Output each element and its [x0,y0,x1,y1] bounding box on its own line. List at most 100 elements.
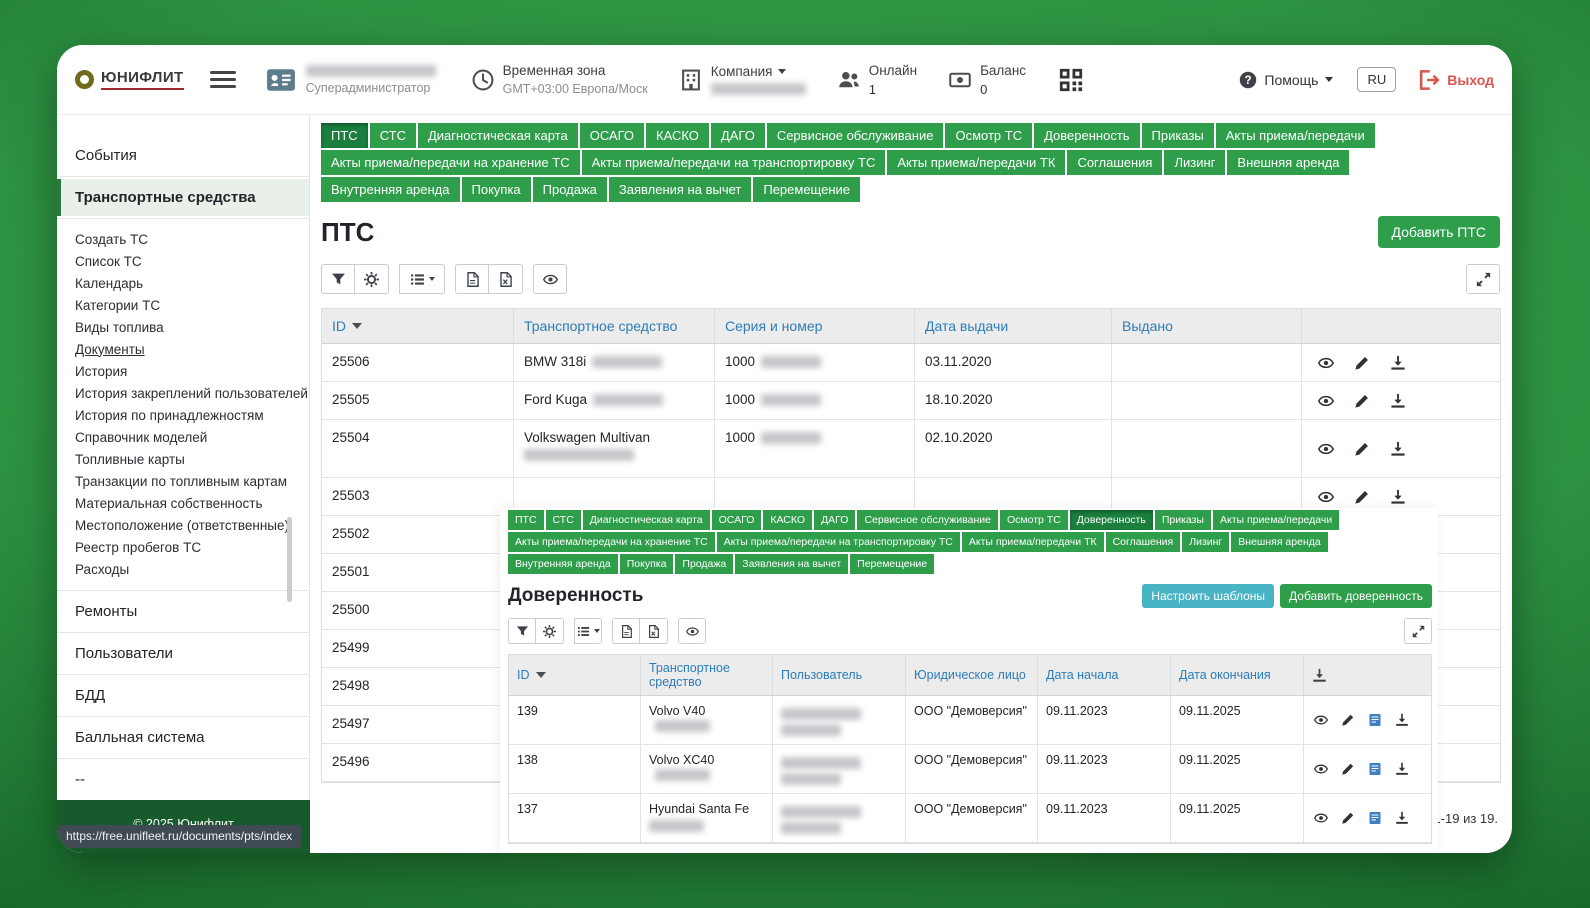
view-button[interactable] [1312,711,1330,729]
configure-templates-button[interactable]: Настроить шаблоны [1142,584,1274,608]
column-header-legal-entity[interactable]: Юридическое лицо [906,655,1038,695]
tab-agreements[interactable]: Соглашения [1067,150,1162,175]
edit-button[interactable] [1352,353,1372,373]
download-button[interactable] [1393,711,1411,729]
tab-purchase[interactable]: Покупка [462,177,531,202]
tab-relocation[interactable]: Перемещение [753,177,860,202]
overlay-tab-deduction[interactable]: Заявления на вычет [735,554,848,574]
sidebar-item-material-property[interactable]: Материальная собственность [57,492,309,514]
column-header-id[interactable]: ID [322,309,514,343]
overlay-tab-kasko[interactable]: КАСКО [763,510,812,530]
sidebar-item-model-directory[interactable]: Справочник моделей [57,426,309,448]
visibility-button[interactable] [533,264,567,294]
sidebar-item-categories[interactable]: Категории ТС [57,294,309,316]
sidebar-item-calendar[interactable]: Календарь [57,272,309,294]
tab-orders[interactable]: Приказы [1142,123,1214,148]
tab-dago[interactable]: ДАГО [711,123,765,148]
sidebar-item-ownership-history[interactable]: История по принадлежностям [57,404,309,426]
download-button[interactable] [1388,391,1408,411]
tab-deduction[interactable]: Заявления на вычет [609,177,751,202]
overlay-tab-acceptance-transport[interactable]: Акты приема/передачи на транспортировку … [717,532,960,552]
filter-button[interactable] [508,618,536,644]
language-button[interactable]: RU [1357,67,1396,92]
sidebar-item-mileage-registry[interactable]: Реестр пробегов ТС [57,536,309,558]
column-header-id[interactable]: ID [509,655,641,695]
overlay-tab-leasing[interactable]: Лизинг [1182,532,1229,552]
download-button[interactable] [1388,353,1408,373]
sidebar-item-history[interactable]: История [57,360,309,382]
tab-acceptance-transport[interactable]: Акты приема/передачи на транспортировку … [582,150,886,175]
sidebar-item-expenses[interactable]: Расходы [57,558,309,580]
view-button[interactable] [1316,439,1336,459]
sidebar-item-users[interactable]: Пользователи [57,635,309,672]
overlay-tab-relocation[interactable]: Перемещение [850,554,934,574]
download-button[interactable] [1388,439,1408,459]
view-button[interactable] [1316,487,1336,507]
download-button[interactable] [1393,760,1411,778]
overlay-tab-diagnostic-card[interactable]: Диагностическая карта [583,510,710,530]
tab-inspection[interactable]: Осмотр ТС [945,123,1032,148]
export-xls-button[interactable] [640,618,668,644]
columns-button[interactable] [399,264,445,294]
template-document-button[interactable] [1366,809,1384,827]
download-button[interactable] [1393,809,1411,827]
sidebar-item-create-ts[interactable]: Создать ТС [57,228,309,250]
tab-internal-rent[interactable]: Внутренняя аренда [321,177,460,202]
column-header-issue-date[interactable]: Дата выдачи [915,309,1112,343]
overlay-tab-sale[interactable]: Продажа [675,554,733,574]
company-selector[interactable]: Компания [680,64,806,95]
tab-external-rent[interactable]: Внешняя аренда [1227,150,1349,175]
filter-button[interactable] [321,264,355,294]
sidebar-scrollbar[interactable] [287,517,292,602]
template-document-button[interactable] [1366,711,1384,729]
overlay-tab-attorney[interactable]: Доверенность [1070,510,1153,530]
settings-button[interactable] [355,264,389,294]
tab-sale[interactable]: Продажа [533,177,607,202]
fullscreen-button[interactable] [1466,264,1500,294]
sidebar-item-points-system[interactable]: Балльная система [57,719,309,756]
overlay-tab-acceptance-storage[interactable]: Акты приема/передачи на хранение ТС [508,532,715,552]
edit-button[interactable] [1352,487,1372,507]
overlay-tab-purchase[interactable]: Покупка [620,554,674,574]
sidebar-item-assignment-history[interactable]: История закреплений пользователей [57,382,309,404]
tab-pts[interactable]: ПТС [321,123,368,148]
sidebar-item-location-responsible[interactable]: Местоположение (ответственные) [57,514,309,536]
tab-service[interactable]: Сервисное обслуживание [767,123,944,148]
edit-button[interactable] [1352,391,1372,411]
column-header-end-date[interactable]: Дата окончания [1171,655,1304,695]
tab-acceptance-storage[interactable]: Акты приема/передачи на хранение ТС [321,150,580,175]
help-menu[interactable]: Помощь [1239,71,1333,89]
sidebar-item-events[interactable]: События [57,137,309,174]
tab-acceptance-tk[interactable]: Акты приема/передачи ТК [887,150,1065,175]
export-doc-button[interactable] [612,618,640,644]
column-header-start-date[interactable]: Дата начала [1038,655,1171,695]
export-xls-button[interactable] [489,264,523,294]
overlay-tab-external-rent[interactable]: Внешняя аренда [1231,532,1327,552]
edit-button[interactable] [1339,760,1357,778]
tab-sts[interactable]: СТС [370,123,416,148]
fullscreen-button[interactable] [1404,618,1432,644]
column-header-serial[interactable]: Серия и номер [715,309,915,343]
column-header-vehicle[interactable]: Транспортное средство [514,309,715,343]
view-button[interactable] [1316,353,1336,373]
current-user[interactable]: Суперадминистратор [266,65,436,95]
sidebar-item-repairs[interactable]: Ремонты [57,593,309,630]
overlay-tab-sts[interactable]: СТС [546,510,581,530]
tab-leasing[interactable]: Лизинг [1164,150,1225,175]
add-attorney-button[interactable]: Добавить доверенность [1280,584,1432,608]
overlay-tab-acceptance[interactable]: Акты приема/передачи [1213,510,1339,530]
column-header-download[interactable] [1304,655,1431,695]
add-pts-button[interactable]: Добавить ПТС [1378,216,1501,248]
view-button[interactable] [1312,809,1330,827]
tab-diagnostic-card[interactable]: Диагностическая карта [418,123,578,148]
export-doc-button[interactable] [455,264,489,294]
sidebar-item-fuel-card-transactions[interactable]: Транзакции по топливным картам [57,470,309,492]
view-button[interactable] [1312,760,1330,778]
overlay-tab-dago[interactable]: ДАГО [814,510,855,530]
sidebar-item-documents[interactable]: Документы [57,338,309,360]
columns-button[interactable] [574,618,602,644]
template-document-button[interactable] [1366,760,1384,778]
column-header-user[interactable]: Пользователь [773,655,906,695]
settings-button[interactable] [536,618,564,644]
visibility-button[interactable] [678,618,706,644]
